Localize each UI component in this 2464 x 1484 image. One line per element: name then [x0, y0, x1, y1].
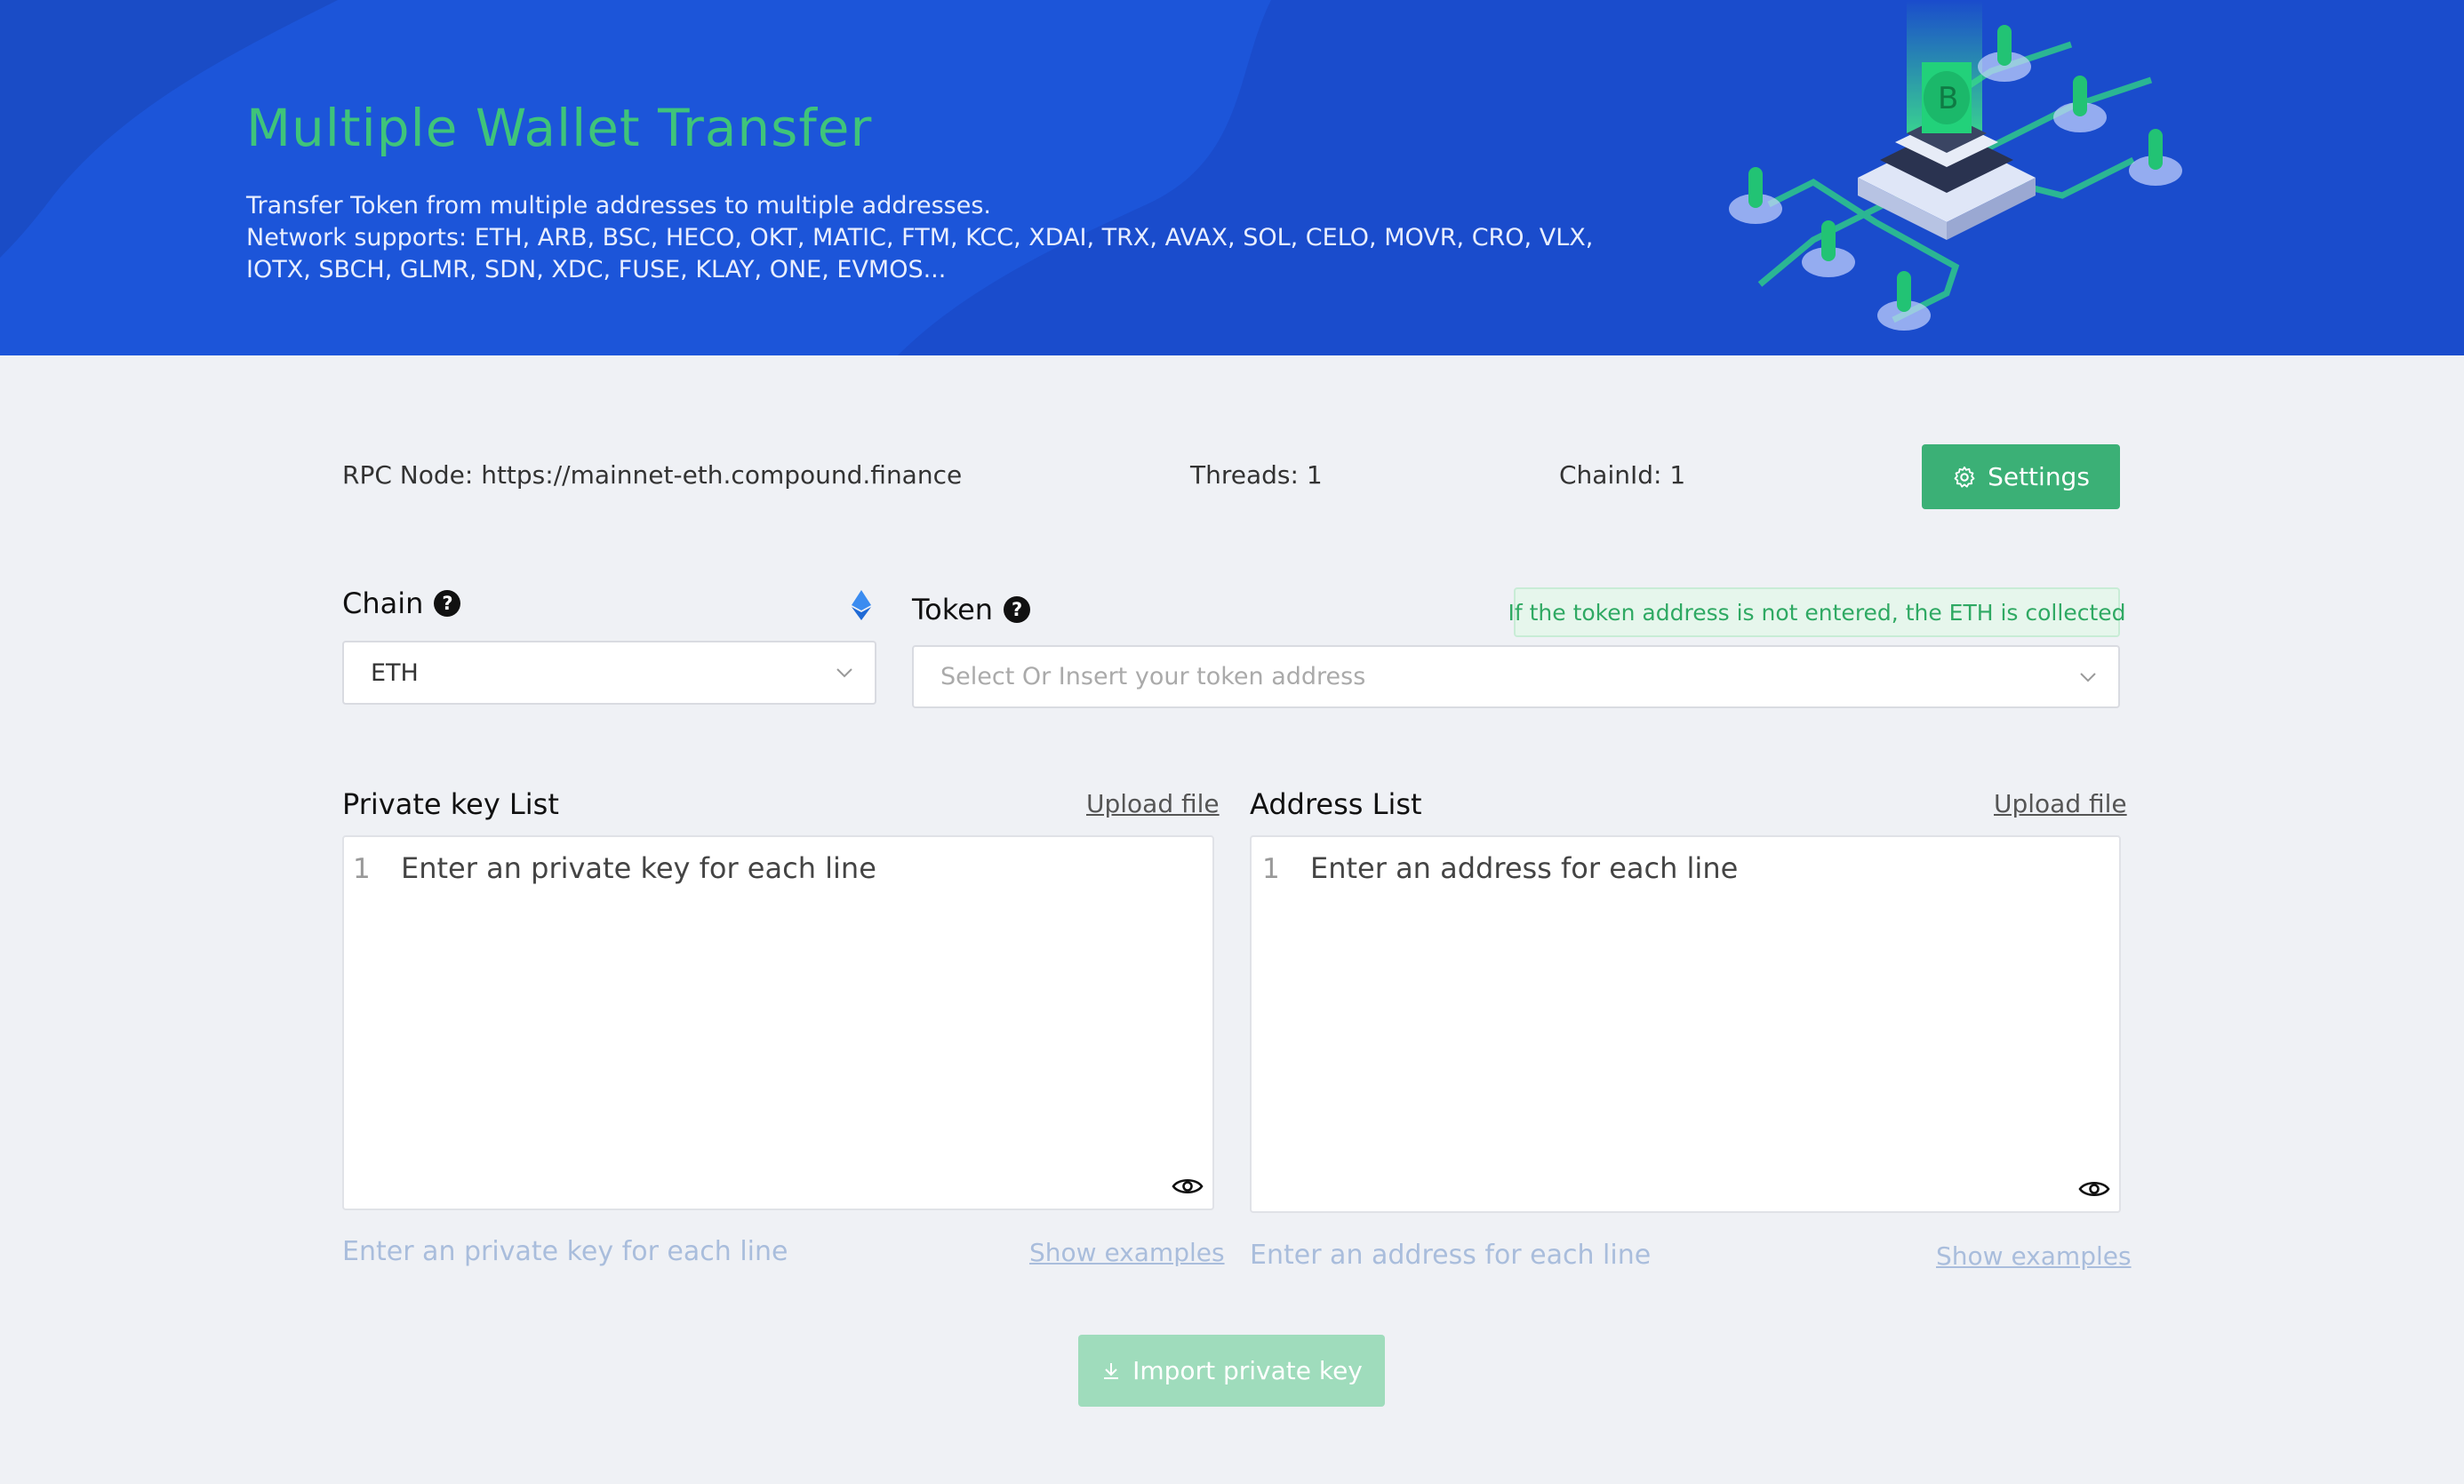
page-title: Multiple Wallet Transfer: [246, 98, 873, 158]
hero-description-line-2: Network supports: ETH, ARB, BSC, HECO, O…: [246, 224, 1594, 251]
token-select[interactable]: Select Or Insert your token address: [912, 645, 2120, 708]
address-upload-link[interactable]: Upload file: [1994, 789, 2127, 818]
svg-text:B: B: [1938, 81, 1958, 116]
ethereum-icon: [852, 590, 871, 620]
import-private-key-button[interactable]: Import private key: [1078, 1335, 1385, 1407]
address-editor[interactable]: 1 Enter an address for each line: [1250, 835, 2121, 1213]
threads-info: Threads: 1: [1190, 460, 1323, 490]
network-illustration: B: [1729, 0, 2182, 331]
settings-button-label: Settings: [1988, 462, 2090, 491]
token-notice: If the token address is not entered, the…: [1508, 587, 2126, 637]
address-show-examples-link[interactable]: Show examples: [1936, 1241, 2132, 1271]
chevron-down-icon: [2080, 672, 2096, 682]
private-key-hint: Enter an private key for each line: [342, 1236, 788, 1267]
address-placeholder: Enter an address for each line: [1310, 851, 1739, 885]
hero-banner: Multiple Wallet Transfer Transfer Token …: [0, 0, 2464, 355]
token-label: Token ?: [912, 593, 1031, 626]
chevron-down-icon: [836, 668, 852, 678]
settings-button[interactable]: Settings: [1922, 444, 2120, 509]
private-key-editor[interactable]: 1 Enter an private key for each line: [342, 835, 1214, 1210]
private-key-placeholder: Enter an private key for each line: [401, 851, 876, 885]
gear-icon: [1954, 466, 1975, 488]
chain-select-value: ETH: [371, 658, 419, 687]
eye-icon[interactable]: [1172, 1175, 1204, 1198]
help-icon[interactable]: ?: [434, 590, 461, 617]
chainid-info: ChainId: 1: [1559, 460, 1686, 490]
token-select-placeholder: Select Or Insert your token address: [940, 663, 1366, 690]
hero-description-line-1: Transfer Token from multiple addresses t…: [246, 192, 992, 219]
private-key-list-title: Private key List: [342, 787, 559, 821]
chain-label: Chain ?: [342, 586, 461, 620]
private-key-show-examples-link[interactable]: Show examples: [1029, 1238, 1225, 1267]
chain-label-text: Chain: [342, 586, 424, 620]
import-private-key-label: Import private key: [1132, 1356, 1363, 1385]
private-key-upload-link[interactable]: Upload file: [1086, 789, 1220, 818]
hero-description-line-3: IOTX, SBCH, GLMR, SDN, XDC, FUSE, KLAY, …: [246, 256, 947, 283]
line-number: 1: [1262, 853, 1280, 885]
eye-icon[interactable]: [2078, 1177, 2110, 1201]
token-label-text: Token: [912, 593, 994, 626]
chain-select[interactable]: ETH: [342, 641, 876, 705]
address-hint: Enter an address for each line: [1250, 1240, 1652, 1271]
address-list-title: Address List: [1250, 787, 1422, 821]
help-icon[interactable]: ?: [1004, 596, 1031, 623]
line-number: 1: [353, 853, 371, 885]
download-icon: [1104, 1362, 1119, 1379]
hero-description: Transfer Token from multiple addresses t…: [246, 190, 1686, 286]
rpc-node-info: RPC Node: https://mainnet-eth.compound.f…: [342, 460, 963, 490]
